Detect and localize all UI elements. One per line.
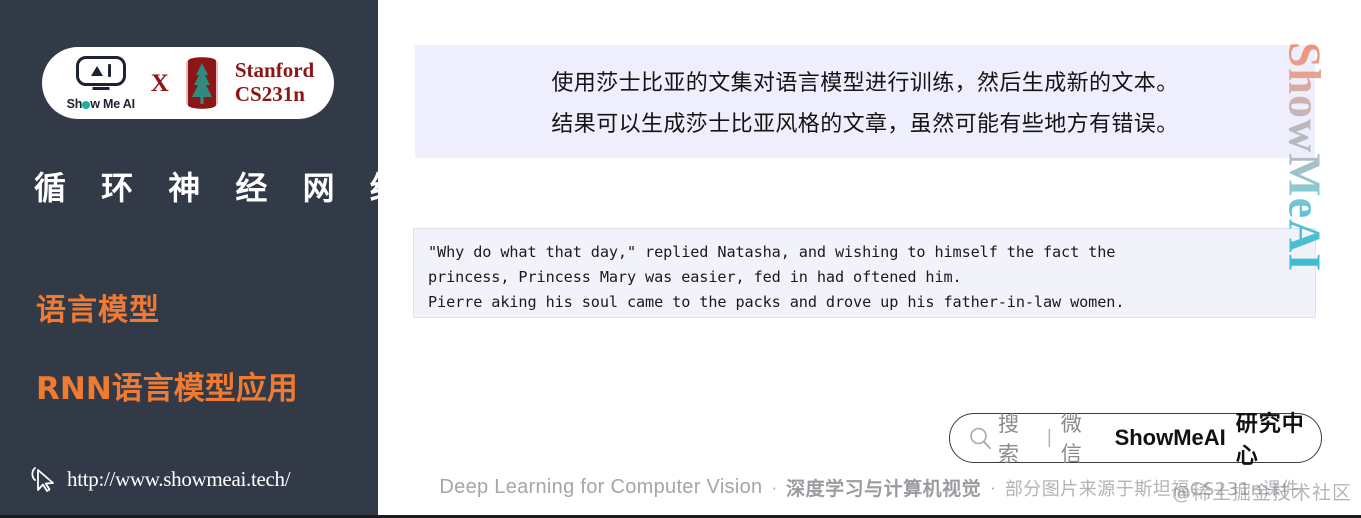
footer: Deep Learning for Computer Vision · 深度学习…: [378, 474, 1361, 501]
description-line-1: 使用莎士比亚的文集对语言模型进行训练，然后生成新的文本。: [551, 71, 1179, 96]
search-label: 搜索: [998, 412, 1020, 466]
badge-brand-label: ShowMeAI: [1114, 425, 1226, 450]
showmeai-logo: Sh w Me AI: [62, 55, 140, 111]
footer-source-note: 部分图片来源于斯坦福CS231n课件: [1004, 478, 1300, 500]
badge-center-label: 研究中心: [1235, 412, 1305, 469]
showmeai-wordmark: Sh w Me AI: [67, 97, 135, 111]
wechat-search-badge[interactable]: 搜索 | 微信 ShowMeAI 研究中心: [949, 412, 1322, 469]
sidebar-url[interactable]: http://www.showmeai.tech/: [30, 465, 291, 493]
sidebar: Sh w Me AI X Stanford CS231n 循 环 神 经 网 络 …: [0, 0, 378, 515]
sidebar-subtitle-rnn-application: RNN语言模型应用: [36, 371, 298, 407]
showmeai-wordmark-text: Sh w Me AI: [66, 96, 135, 111]
footer-english: Deep Learning for Computer Vision: [439, 476, 763, 498]
magnifier-icon: [970, 427, 991, 449]
sidebar-title: 循 环 神 经 网 络: [34, 169, 378, 207]
description-box: 使用莎士比亚的文集对语言模型进行训练，然后生成新的文本。 结果可以生成莎士比亚风…: [415, 45, 1315, 158]
description-line-2: 结果可以生成莎士比亚风格的文章，虽然可能有些地方有错误。: [551, 112, 1179, 137]
main-content: 使用莎士比亚的文集对语言模型进行训练，然后生成新的文本。 结果可以生成莎士比亚风…: [378, 0, 1361, 515]
stanford-label: Stanford CS231n: [235, 59, 314, 106]
generated-text-line-3: Pierre aking his soul came to the packs …: [428, 293, 1125, 311]
footer-dot-1: ·: [771, 477, 778, 497]
robot-caret-icon: [90, 65, 103, 76]
sidebar-url-text: http://www.showmeai.tech/: [67, 466, 291, 491]
footer-dot-2: ·: [990, 477, 996, 497]
stanford-line-2: CS231n: [234, 82, 305, 106]
badge-divider: |: [1046, 427, 1052, 448]
mouse-pointer-icon: [31, 467, 54, 492]
logo-pill: Sh w Me AI X Stanford CS231n: [42, 47, 334, 119]
platform-label: 微信: [1060, 412, 1083, 466]
robot-bar-icon: [107, 64, 112, 77]
sidebar-subtitle-language-model: 语言模型: [36, 293, 160, 328]
generated-text-box: "Why do what that day," replied Natasha,…: [413, 228, 1316, 318]
stanford-line-1: Stanford: [234, 58, 315, 83]
generated-text-line-1: "Why do what that day," replied Natasha,…: [428, 243, 1116, 261]
logo-cross-label: X: [150, 69, 169, 97]
generated-text-line-2: princess, Princess Mary was easier, fed …: [428, 268, 962, 286]
showmeai-robot-icon: [75, 55, 126, 86]
footer-chinese: 深度学习与计算机视觉: [786, 478, 982, 500]
stanford-tree-icon: [180, 55, 224, 111]
slide-root: Sh w Me AI X Stanford CS231n 循 环 神 经 网 络 …: [0, 0, 1361, 518]
